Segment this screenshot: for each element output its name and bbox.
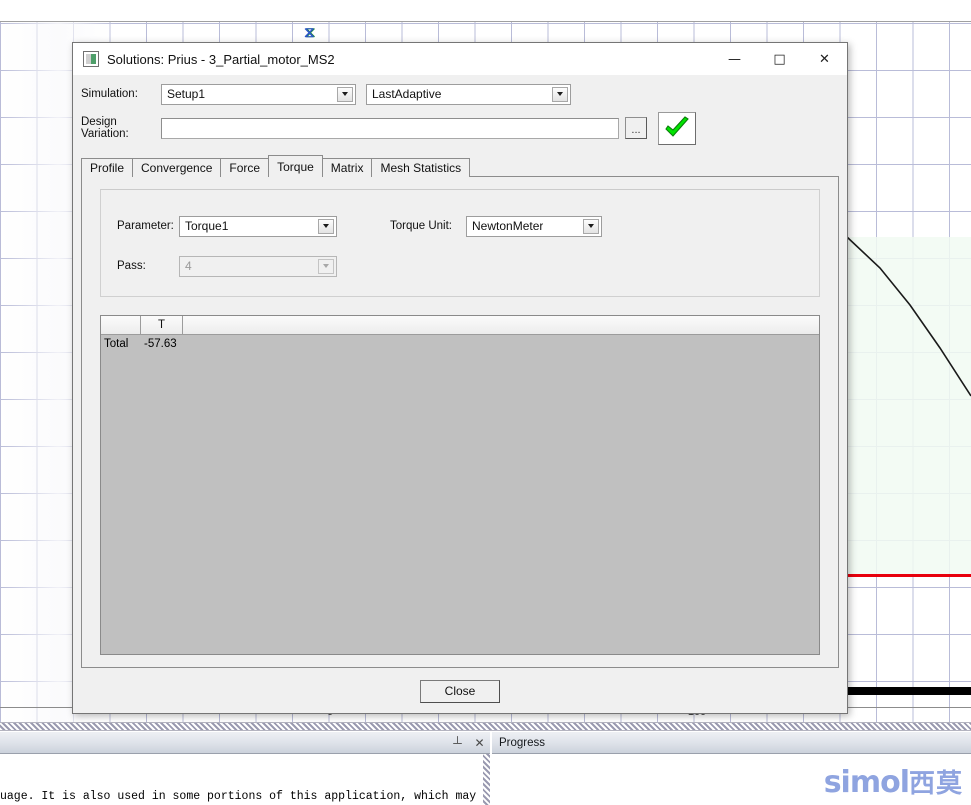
variation-select-value: LastAdaptive — [372, 87, 442, 101]
torque-unit-label: Torque Unit: — [390, 220, 453, 232]
browse-button[interactable]: ... — [625, 117, 647, 139]
simulation-select[interactable]: Setup1 — [161, 83, 356, 105]
chevron-down-icon — [318, 258, 334, 274]
apply-button[interactable] — [658, 111, 696, 145]
cell-torque-value: -57.63 — [144, 337, 177, 350]
message-panel-tools: ┴ ✕ — [451, 732, 486, 754]
busy-hourglass-cursor: ⧖ — [304, 23, 315, 41]
chevron-down-icon[interactable] — [552, 86, 568, 102]
simol-watermark: simol西莫 — [823, 765, 963, 800]
progress-panel: Progress simol西莫 — [492, 732, 971, 805]
green-check-icon — [665, 116, 689, 137]
window-controls: — □ ✕ — [712, 43, 847, 75]
torque-parameters-group: Parameter: Torque1 Torque Unit: NewtonMe… — [100, 189, 820, 297]
dialog-title: Solutions: Prius - 3_Partial_motor_MS2 — [107, 51, 335, 67]
pass-label: Pass: — [117, 260, 146, 272]
maximize-button[interactable]: □ — [757, 43, 802, 75]
design-variation-row: Design Variation: ... — [73, 111, 847, 145]
progress-panel-caption: Progress — [492, 732, 971, 754]
solutions-window-icon — [83, 51, 99, 67]
column-header-blank[interactable] — [183, 316, 819, 335]
close-button[interactable]: Close — [420, 679, 500, 703]
chevron-down-icon[interactable] — [337, 86, 353, 102]
chevron-down-icon[interactable] — [318, 218, 334, 234]
progress-panel-body: simol西莫 — [492, 754, 971, 805]
chevron-down-icon[interactable] — [583, 218, 600, 234]
simulation-select-value: Setup1 — [167, 87, 206, 101]
tab-profile[interactable]: Profile — [81, 158, 134, 177]
parameter-row: Parameter: Torque1 Torque Unit: NewtonMe… — [101, 206, 819, 246]
cell-row-name: Total — [104, 337, 129, 350]
table-empty-area — [101, 352, 819, 654]
simulation-label: Simulation: — [81, 88, 138, 100]
parameter-select-value: Torque1 — [185, 219, 229, 233]
dialog-titlebar[interactable]: Solutions: Prius - 3_Partial_motor_MS2 —… — [73, 43, 847, 75]
watermark-latin: simol — [823, 765, 910, 800]
pass-select: 4 — [179, 255, 337, 277]
tab-force[interactable]: Force — [220, 158, 270, 177]
variation-select[interactable]: LastAdaptive — [366, 83, 571, 105]
dialog-header-fields: Simulation: Setup1 LastAdaptive Design V… — [73, 75, 847, 149]
torque-results-table[interactable]: T Total -57.63 — [100, 315, 820, 655]
tab-matrix[interactable]: Matrix — [321, 158, 373, 177]
declining-curve-path — [846, 236, 971, 397]
torque-tab-panel: Parameter: Torque1 Torque Unit: NewtonMe… — [81, 176, 839, 668]
close-window-button[interactable]: ✕ — [802, 43, 847, 75]
table-header-row: T — [101, 316, 819, 335]
dock-splitter[interactable] — [0, 722, 971, 731]
torque-unit-select[interactable]: NewtonMeter — [466, 215, 603, 237]
tab-mesh-statistics[interactable]: Mesh Statistics — [371, 158, 471, 177]
progress-panel-title: Progress — [499, 736, 546, 749]
message-manager-panel: ┴ ✕ uage. It is also used in some portio… — [0, 732, 490, 805]
toolbar-strip — [0, 0, 971, 22]
cell-extra — [183, 335, 819, 352]
close-icon[interactable]: ✕ — [473, 736, 486, 750]
message-text: uage. It is also used in some portions o… — [0, 790, 490, 803]
message-panel-body: uage. It is also used in some portions o… — [0, 754, 490, 805]
watermark-cjk: 西莫 — [908, 769, 963, 799]
parameter-select[interactable]: Torque1 — [179, 215, 337, 237]
table-row[interactable]: Total -57.63 — [101, 335, 819, 352]
column-header-name[interactable] — [101, 316, 141, 335]
solutions-dialog: Solutions: Prius - 3_Partial_motor_MS2 —… — [72, 42, 848, 714]
pass-select-value: 4 — [185, 259, 192, 273]
message-panel-caption: ┴ ✕ — [0, 732, 490, 754]
dialog-footer: Close — [73, 669, 847, 713]
pass-row: Pass: 4 — [101, 246, 819, 286]
dialog-tabs: Profile Convergence Force Torque Matrix … — [81, 155, 847, 177]
simulation-row: Simulation: Setup1 LastAdaptive — [73, 81, 847, 107]
design-variation-input[interactable] — [161, 117, 619, 139]
tab-torque[interactable]: Torque — [268, 155, 323, 177]
message-panel-scrollbar[interactable] — [483, 754, 490, 805]
tab-convergence[interactable]: Convergence — [132, 158, 222, 177]
parameter-label: Parameter: — [117, 220, 174, 232]
bottom-dock: ┴ ✕ uage. It is also used in some portio… — [0, 722, 971, 805]
application-window: ⧖ 0 100 ┴ ✕ uage. It is also used in som… — [0, 0, 971, 805]
torque-unit-select-value: NewtonMeter — [472, 219, 544, 233]
red-threshold-line — [847, 574, 971, 577]
design-variation-label: Design Variation: — [81, 116, 129, 140]
pin-icon[interactable]: ┴ — [451, 736, 464, 750]
column-header-t[interactable]: T — [141, 316, 183, 335]
minimize-button[interactable]: — — [712, 43, 757, 75]
torque-parameter-fields: Parameter: Torque1 Torque Unit: NewtonMe… — [101, 206, 819, 286]
black-band-line — [847, 687, 971, 695]
